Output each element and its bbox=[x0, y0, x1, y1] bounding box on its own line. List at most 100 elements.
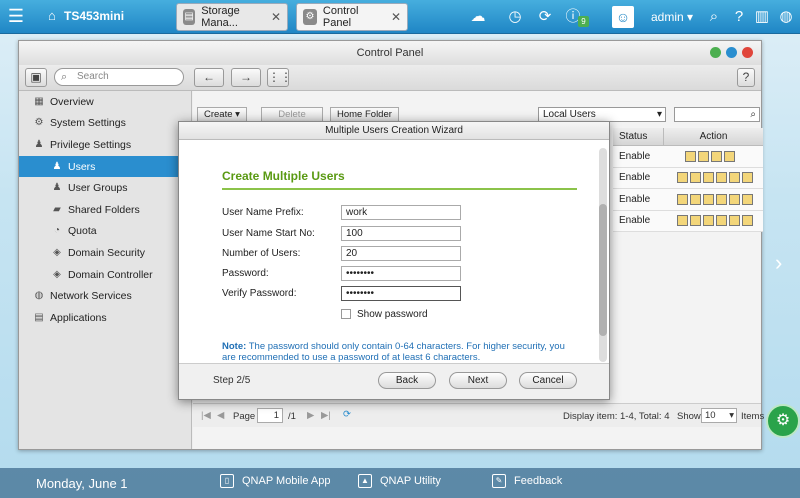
sidebar-toggle-icon[interactable]: ▣ bbox=[25, 68, 47, 87]
utility-link[interactable]: ▲ QNAP Utility bbox=[358, 474, 441, 488]
feedback-link[interactable]: ✎ Feedback bbox=[492, 474, 562, 488]
close-icon[interactable]: ✕ bbox=[271, 10, 281, 24]
minimize-icon[interactable] bbox=[710, 47, 721, 58]
sidebar-item-user-groups[interactable]: ♟ User Groups bbox=[19, 177, 191, 199]
last-page-icon[interactable]: ▶| bbox=[321, 410, 331, 421]
back-button[interactable]: Back bbox=[378, 372, 436, 389]
page-input[interactable]: 1 bbox=[257, 408, 283, 423]
edit-icon[interactable] bbox=[677, 172, 688, 184]
table-row[interactable]: Enable bbox=[613, 167, 763, 189]
avatar[interactable]: ☺ bbox=[612, 6, 634, 28]
group-icon[interactable] bbox=[711, 150, 722, 162]
create-button[interactable]: Create ▾ bbox=[197, 107, 247, 122]
home-icon[interactable]: ⌂ bbox=[48, 9, 56, 23]
password-icon[interactable] bbox=[690, 172, 701, 184]
sync-icon[interactable]: ⟳ bbox=[535, 7, 555, 27]
dashboard-icon[interactable]: ▥ bbox=[752, 7, 772, 27]
cloud-icon[interactable]: ☁ bbox=[468, 7, 488, 27]
cancel-button[interactable]: Cancel bbox=[519, 372, 577, 389]
step-indicator: Step 2/5 bbox=[213, 375, 251, 386]
tab-storage-manager[interactable]: ▤ Storage Mana... ✕ bbox=[176, 3, 288, 31]
user-filter-select[interactable]: Local Users ▾ bbox=[538, 107, 666, 122]
quota-icon[interactable] bbox=[742, 193, 753, 205]
wizard-body: Create Multiple Users User Name Prefix: … bbox=[179, 141, 599, 365]
group-icon[interactable] bbox=[716, 172, 727, 184]
user-menu[interactable]: admin ▾ bbox=[651, 10, 693, 24]
sidebar-item-quota[interactable]: ◔ Quota bbox=[19, 221, 191, 243]
sidebar-item-network-services[interactable]: ◍ Network Services bbox=[19, 285, 191, 307]
top-bar: ☰ ⌂ TS453mini ▤ Storage Mana... ✕ ⚙ Cont… bbox=[0, 0, 800, 34]
apps-grid-icon[interactable]: ⋮⋮ bbox=[267, 68, 292, 87]
password-icon[interactable] bbox=[690, 215, 701, 227]
pager: |◀ ◀ Page 1 /1 ▶ ▶| ⟳ Display item: 1-4,… bbox=[193, 403, 764, 427]
permission-icon[interactable] bbox=[729, 215, 740, 227]
clock-icon[interactable]: ◷ bbox=[505, 7, 525, 27]
quota-icon[interactable] bbox=[742, 172, 753, 184]
feedback-icon: ✎ bbox=[492, 474, 506, 488]
password-icon[interactable] bbox=[690, 193, 701, 205]
scrollbar[interactable] bbox=[599, 148, 607, 362]
sidebar-item-privilege-settings[interactable]: ♟ Privilege Settings bbox=[19, 134, 191, 156]
verify-password-input[interactable]: •••••••• bbox=[341, 286, 461, 301]
status-cell: Enable bbox=[619, 193, 651, 205]
next-desktop-icon[interactable]: › bbox=[775, 250, 782, 276]
table-row[interactable]: Enable bbox=[613, 189, 763, 211]
wizard-title: Multiple Users Creation Wizard bbox=[179, 122, 609, 140]
first-page-icon[interactable]: |◀ bbox=[201, 410, 211, 421]
page-size-select[interactable]: 10 ▾ bbox=[701, 408, 737, 423]
table-row[interactable]: Enable bbox=[613, 146, 763, 168]
password-icon[interactable] bbox=[698, 150, 709, 162]
sidebar-item-shared-folders[interactable]: ▰ Shared Folders bbox=[19, 199, 191, 221]
sidebar-item-applications[interactable]: ▤ Applications bbox=[19, 307, 191, 329]
user-count-input[interactable]: 20 bbox=[341, 246, 461, 261]
menu-icon[interactable]: ☰ bbox=[6, 7, 26, 25]
mobile-app-link[interactable]: ▯ QNAP Mobile App bbox=[220, 474, 330, 488]
permission-icon[interactable] bbox=[729, 172, 740, 184]
password-label: Password: bbox=[222, 268, 269, 279]
edit-icon[interactable] bbox=[677, 193, 688, 205]
forward-icon[interactable]: → bbox=[231, 68, 261, 87]
sidebar-item-users[interactable]: ♟ Users bbox=[19, 155, 191, 178]
back-icon[interactable]: ← bbox=[194, 68, 224, 87]
prefix-input[interactable]: work bbox=[341, 205, 461, 220]
table-row[interactable]: Enable bbox=[613, 210, 763, 232]
delete-button[interactable]: Delete bbox=[261, 107, 323, 122]
edit-icon[interactable] bbox=[685, 150, 696, 162]
sidebar-item-system-settings[interactable]: ⚙ System Settings bbox=[19, 113, 191, 135]
next-button[interactable]: Next bbox=[449, 372, 507, 389]
phone-icon: ▯ bbox=[220, 474, 234, 488]
scrollbar-thumb[interactable] bbox=[599, 204, 607, 336]
sidebar-item-domain-security[interactable]: ◈ Domain Security bbox=[19, 242, 191, 264]
profile-icon[interactable] bbox=[703, 215, 714, 227]
close-icon[interactable] bbox=[742, 47, 753, 58]
help-icon[interactable]: ? bbox=[737, 68, 755, 87]
tab-control-panel[interactable]: ⚙ Control Panel ✕ bbox=[296, 3, 408, 31]
sidebar-item-domain-controller[interactable]: ◈ Domain Controller bbox=[19, 264, 191, 286]
search-input[interactable]: ⌕ Search bbox=[54, 68, 184, 86]
prev-page-icon[interactable]: ◀ bbox=[217, 410, 224, 421]
permission-icon[interactable] bbox=[729, 193, 740, 205]
user-search-input[interactable]: ⌕ bbox=[674, 107, 760, 122]
folder-icon: ▰ bbox=[53, 203, 61, 215]
show-password-checkbox[interactable] bbox=[341, 309, 351, 319]
sidebar-item-overview[interactable]: ▦ Overview bbox=[19, 91, 191, 113]
gauge-icon[interactable]: ⚙ bbox=[766, 404, 800, 438]
controller-icon: ◈ bbox=[53, 268, 61, 280]
profile-icon[interactable] bbox=[703, 193, 714, 205]
profile-icon[interactable] bbox=[703, 172, 714, 184]
group-icon[interactable] bbox=[716, 193, 727, 205]
close-icon[interactable]: ✕ bbox=[391, 10, 401, 24]
refresh-icon[interactable]: ⟳ bbox=[343, 409, 351, 420]
maximize-icon[interactable] bbox=[726, 47, 737, 58]
search-icon[interactable]: ⌕ bbox=[704, 7, 724, 27]
home-folder-button[interactable]: Home Folder bbox=[330, 107, 399, 122]
help-icon[interactable]: ? bbox=[729, 7, 749, 27]
group-icon[interactable] bbox=[716, 215, 727, 227]
quota-icon[interactable] bbox=[742, 215, 753, 227]
globe-icon[interactable]: ◍ bbox=[776, 7, 796, 27]
next-page-icon[interactable]: ▶ bbox=[307, 410, 314, 421]
permission-icon[interactable] bbox=[724, 150, 735, 162]
edit-icon[interactable] bbox=[677, 215, 688, 227]
password-input[interactable]: •••••••• bbox=[341, 266, 461, 281]
start-no-input[interactable]: 100 bbox=[341, 226, 461, 241]
